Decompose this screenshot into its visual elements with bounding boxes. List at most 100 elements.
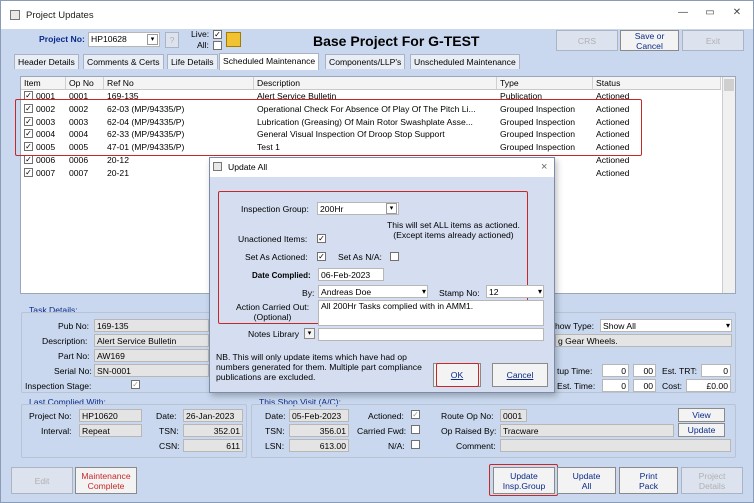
- window-title: Project Updates: [26, 9, 94, 21]
- row-op-no: 0007: [69, 167, 89, 178]
- grid-scrollbar[interactable]: [722, 77, 735, 293]
- tab-unscheduled-maintenance[interactable]: Unscheduled Maintenance: [410, 54, 520, 69]
- lc-date-label: Date:: [156, 411, 177, 421]
- help-button[interactable]: ?: [165, 32, 179, 48]
- row-checkbox[interactable]: ✓: [24, 155, 33, 164]
- col-op-no[interactable]: Op No: [66, 77, 104, 90]
- sv-lsn-label: LSN:: [265, 441, 285, 451]
- date-complied-field[interactable]: 06-Feb-2023: [318, 268, 384, 281]
- tab-comments-certs[interactable]: Comments & Certs: [83, 54, 164, 69]
- lc-interval-label: Interval:: [41, 426, 72, 436]
- sv-carried-fwd-label: Carried Fwd:: [357, 426, 407, 436]
- crs-button[interactable]: CRS: [556, 30, 618, 51]
- est-trt-field[interactable]: 0: [701, 364, 731, 377]
- sv-update-button[interactable]: Update: [678, 423, 725, 437]
- sv-carried-fwd-checkbox[interactable]: [411, 425, 420, 434]
- project-details-button[interactable]: Project Details: [681, 467, 743, 494]
- est-minutes-field[interactable]: 00: [633, 379, 656, 392]
- description-label: Description:: [42, 336, 88, 346]
- row-checkbox[interactable]: ✓: [24, 167, 33, 177]
- sv-tsn-label: TSN:: [265, 426, 285, 436]
- all-checkbox[interactable]: [213, 41, 222, 50]
- setup-minutes-field[interactable]: 00: [633, 364, 656, 377]
- col-status[interactable]: Status: [593, 77, 721, 90]
- title-bar: Project Updates — ▭ ✕: [1, 1, 753, 29]
- by-select[interactable]: Andreas Doe ▾: [318, 285, 428, 298]
- set-actioned-checkbox[interactable]: ✓: [317, 252, 326, 261]
- action-carried-out-input[interactable]: All 200Hr Tasks complied with in AMM1.: [318, 300, 544, 326]
- tab-header-details[interactable]: Header Details: [14, 54, 79, 69]
- tab-life-details[interactable]: Life Details: [167, 54, 218, 69]
- view-button[interactable]: View: [678, 408, 725, 422]
- sv-comment-field: [500, 439, 731, 452]
- sv-tsn-field: 356.01: [289, 424, 349, 437]
- dialog-app-icon: [213, 162, 222, 171]
- highlight-ok-button: [436, 363, 479, 387]
- notes-library-label: Notes Library: [248, 329, 300, 339]
- action-carried-out-label: Action Carried Out: (Optional): [236, 302, 310, 322]
- set-na-label: Set As N/A:: [338, 252, 382, 262]
- col-ref-no[interactable]: Ref No: [104, 77, 254, 90]
- dialog-close-icon[interactable]: ×: [541, 158, 547, 176]
- inspection-stage-label: Inspection Stage:: [25, 381, 92, 391]
- notes-library-dropdown[interactable]: ▾: [304, 328, 315, 339]
- close-icon[interactable]: ✕: [728, 7, 746, 23]
- inspection-group-select[interactable]: 200Hr ▾: [317, 202, 399, 215]
- col-type[interactable]: Type: [497, 77, 593, 90]
- sv-actioned-checkbox[interactable]: ✓: [411, 410, 420, 419]
- cost-label: Cost:: [662, 381, 683, 391]
- stamp-no-select[interactable]: 12 ▾: [486, 285, 544, 298]
- dialog-title: Update All: [228, 162, 268, 172]
- sv-comment-label: Comment:: [456, 441, 496, 451]
- chevron-down-icon: ▾: [421, 287, 426, 296]
- inspection-stage-checkbox[interactable]: ✓: [131, 380, 140, 389]
- lc-interval-field: Repeat: [79, 424, 142, 437]
- unactioned-items-checkbox[interactable]: ✓: [317, 234, 326, 243]
- project-no-select[interactable]: HP10628 ▾: [88, 32, 160, 47]
- live-checkbox[interactable]: ✓: [213, 30, 222, 39]
- set-actioned-label: Set As Actioned:: [245, 252, 308, 262]
- sv-na-label: N/A:: [388, 441, 405, 451]
- sv-lsn-field: 613.00: [289, 439, 349, 452]
- minimize-icon[interactable]: —: [674, 7, 692, 23]
- lc-project-no-field: HP10620: [79, 409, 142, 422]
- tab-components-llps[interactable]: Components/LLP's: [325, 54, 406, 69]
- row-status: Actioned: [596, 167, 630, 178]
- edit-button[interactable]: Edit: [11, 467, 73, 494]
- lc-tsn-field: 352.01: [183, 424, 243, 437]
- update-all-dialog: Update All × Inspection Group: 200Hr ▾ Th…: [209, 157, 555, 393]
- col-description[interactable]: Description: [254, 77, 497, 90]
- chevron-down-icon: ▾: [147, 34, 158, 45]
- highlight-grouped-rows: [15, 99, 642, 156]
- cost-field[interactable]: £0.00: [686, 379, 731, 392]
- update-all-button[interactable]: Update All: [557, 467, 616, 494]
- project-no-label: Project No:: [39, 34, 85, 44]
- dialog-info-text: This will set ALL items as actioned. (Ex…: [387, 220, 520, 240]
- print-pack-button[interactable]: Print Pack: [619, 467, 678, 494]
- show-type-select[interactable]: Show All ▾: [600, 319, 732, 332]
- stamp-no-label: Stamp No:: [439, 288, 480, 298]
- live-label: Live:: [191, 29, 210, 39]
- project-updates-window: Project Updates — ▭ ✕ Project No: HP1062…: [0, 0, 754, 503]
- est-hours-field[interactable]: 0: [602, 379, 629, 392]
- dialog-title-bar: Update All ×: [210, 158, 554, 177]
- exit-button[interactable]: Exit: [682, 30, 744, 51]
- setup-hours-field[interactable]: 0: [602, 364, 629, 377]
- unactioned-items-label: Unactioned Items:: [238, 234, 308, 244]
- set-na-checkbox[interactable]: [390, 252, 399, 261]
- save-or-cancel-button[interactable]: Save or Cancel: [620, 30, 679, 51]
- notes-library-field[interactable]: [318, 328, 544, 341]
- sv-date-field: 05-Feb-2023: [289, 409, 349, 422]
- tab-scheduled-maintenance[interactable]: Scheduled Maintenance: [219, 53, 320, 70]
- scroll-thumb[interactable]: [724, 79, 734, 91]
- col-item[interactable]: Item: [21, 77, 66, 90]
- maintenance-complete-button[interactable]: Maintenance Complete: [75, 467, 137, 494]
- pub-no-field: 169-135: [94, 319, 209, 332]
- pub-no-label: Pub No:: [58, 321, 90, 331]
- folder-icon[interactable]: [226, 32, 241, 47]
- sv-op-raised-field: Tracware: [500, 424, 674, 437]
- cancel-button[interactable]: Cancel: [492, 363, 548, 387]
- inspection-group-label: Inspection Group:: [241, 204, 309, 214]
- maximize-icon[interactable]: ▭: [701, 7, 719, 23]
- sv-na-checkbox[interactable]: [411, 440, 420, 449]
